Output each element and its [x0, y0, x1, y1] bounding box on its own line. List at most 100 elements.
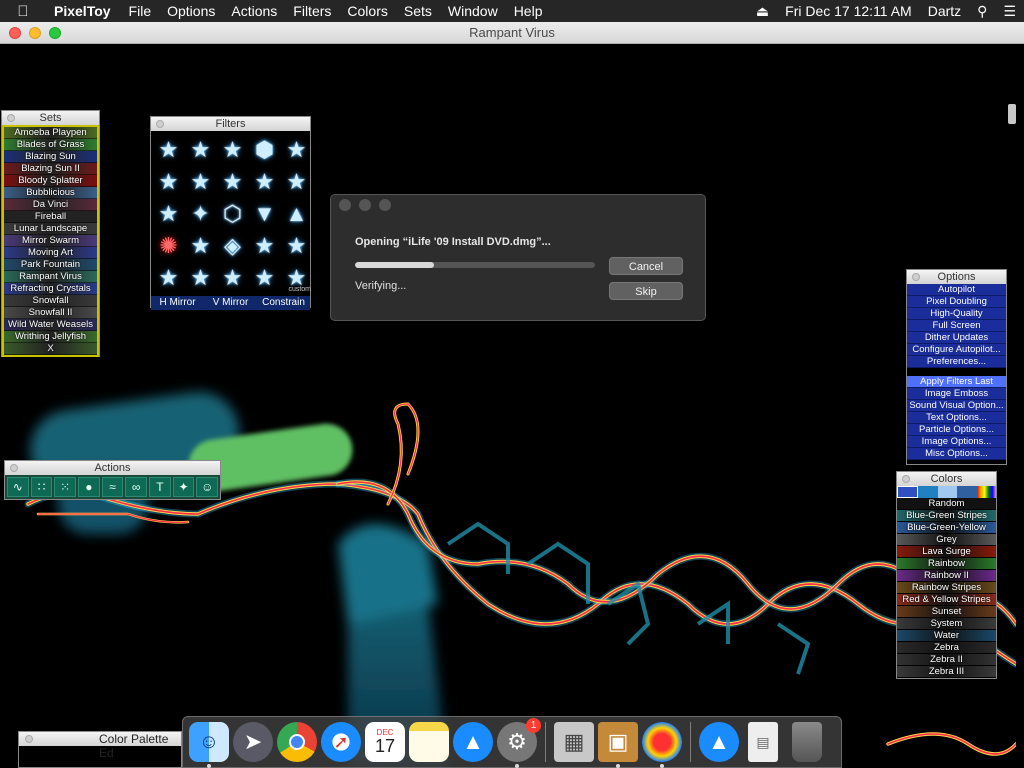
v-mirror-button[interactable]: V Mirror	[204, 296, 257, 310]
option-item[interactable]: Particle Options...	[907, 424, 1006, 436]
close-palette-icon[interactable]	[25, 735, 33, 743]
set-item[interactable]: Blazing Sun II	[4, 163, 97, 175]
skip-button[interactable]: Skip	[609, 282, 683, 300]
filter-star-icon[interactable]: ★	[249, 166, 280, 197]
color-swatch[interactable]	[918, 486, 938, 498]
portrait-icon[interactable]: ☺	[196, 477, 219, 497]
close-window-button[interactable]	[9, 27, 21, 39]
color-item[interactable]: Water	[897, 630, 996, 642]
app-menu[interactable]: PixelToy	[46, 3, 121, 19]
bubbles-icon[interactable]: ●	[78, 477, 100, 497]
filters-palette-title-bar[interactable]: Filters	[151, 117, 310, 131]
filter-star-icon[interactable]: ★	[153, 262, 184, 293]
app-store-alt-icon[interactable]: ▲	[699, 722, 739, 762]
filter-star-icon[interactable]: ★	[217, 134, 248, 165]
filter-star-icon[interactable]: ★	[185, 134, 216, 165]
color-swatch[interactable]	[897, 486, 919, 498]
finder-icon[interactable]: ☺	[189, 722, 229, 768]
options-palette-title-bar[interactable]: Options	[907, 270, 1006, 284]
filter-star-icon[interactable]: ◈	[217, 230, 248, 261]
color-item[interactable]: Blue-Green Stripes	[897, 510, 996, 522]
color-item[interactable]: System	[897, 618, 996, 630]
filter-star-icon[interactable]: ★ custom	[281, 262, 312, 294]
menu-actions[interactable]: Actions	[223, 3, 285, 19]
slideshow-icon[interactable]: ▣	[598, 722, 638, 768]
filter-star-icon[interactable]: ★	[185, 230, 216, 261]
filter-star-icon[interactable]: ▲	[281, 198, 312, 229]
option-item[interactable]: Text Options...	[907, 412, 1006, 424]
option-item[interactable]: Image Emboss	[907, 388, 1006, 400]
color-item[interactable]: Lava Surge	[897, 546, 996, 558]
option-item[interactable]: Apply Filters Last	[907, 376, 1006, 388]
filter-star-icon[interactable]: ★	[281, 230, 312, 261]
app-store-icon[interactable]: ▲	[453, 722, 493, 762]
system-preferences-icon[interactable]: ⚙ 1	[497, 718, 541, 768]
option-item[interactable]: Sound Visual Option...	[907, 400, 1006, 412]
set-item[interactable]: Bloody Splatter	[4, 175, 97, 187]
set-item[interactable]: X	[4, 343, 97, 355]
set-item[interactable]: Lunar Landscape	[4, 223, 97, 235]
dialog-minimize-button[interactable]	[359, 199, 371, 211]
menu-colors[interactable]: Colors	[339, 3, 395, 19]
spotlight-search-icon[interactable]: ⚲	[969, 3, 995, 20]
set-item[interactable]: Mirror Swarm	[4, 235, 97, 247]
filter-star-icon[interactable]: ★	[249, 230, 280, 261]
option-item[interactable]: Dither Updates	[907, 332, 1006, 344]
set-item[interactable]: Writhing Jellyfish	[4, 331, 97, 343]
filter-star-icon[interactable]: ★	[185, 166, 216, 197]
filter-star-icon[interactable]: ★	[217, 166, 248, 197]
wave-icon[interactable]: ∿	[7, 477, 29, 497]
filter-star-icon[interactable]: ▼	[249, 198, 280, 229]
swirl-icon[interactable]: ∞	[125, 477, 148, 497]
filter-star-icon[interactable]: ★	[281, 134, 312, 165]
minimize-window-button[interactable]	[29, 27, 41, 39]
set-item[interactable]: Rampant Virus	[4, 271, 97, 283]
filter-star-icon[interactable]: ★	[281, 166, 312, 197]
set-item[interactable]: Snowfall	[4, 295, 97, 307]
pixeltoy-icon[interactable]	[642, 722, 682, 768]
filter-star-icon[interactable]: ★	[153, 198, 184, 229]
set-item[interactable]: Da Vinci	[4, 199, 97, 211]
launchpad-icon[interactable]: ➤	[233, 722, 273, 762]
filter-star-icon[interactable]: ★	[249, 262, 280, 293]
sets-palette-title-bar[interactable]: Sets	[2, 111, 99, 125]
filter-star-icon[interactable]: ⬢	[249, 134, 280, 165]
sparkle-icon[interactable]: ✦	[172, 477, 195, 497]
set-item[interactable]: Wild Water Weasels	[4, 319, 97, 331]
h-mirror-button[interactable]: H Mirror	[151, 296, 204, 310]
color-item[interactable]: Zebra III	[897, 666, 996, 678]
color-item[interactable]: Rainbow II	[897, 570, 996, 582]
set-item[interactable]: Fireball	[4, 211, 97, 223]
scroll-handle[interactable]	[1008, 104, 1016, 124]
color-item[interactable]: Rainbow Stripes	[897, 582, 996, 594]
noise-icon[interactable]: ≈	[101, 477, 124, 497]
notes-icon[interactable]	[409, 722, 449, 762]
filter-star-icon[interactable]: ✦	[185, 198, 216, 229]
color-swatch[interactable]	[937, 486, 958, 498]
filter-star-icon[interactable]: ✺	[153, 230, 184, 261]
option-item[interactable]: Image Options...	[907, 436, 1006, 448]
dialog-close-button[interactable]	[339, 199, 351, 211]
close-palette-icon[interactable]	[902, 475, 910, 483]
option-item[interactable]: Full Screen	[907, 320, 1006, 332]
text-icon[interactable]: T	[149, 477, 171, 497]
filter-star-icon[interactable]: ★	[153, 134, 184, 165]
color-item[interactable]: Random	[897, 498, 996, 510]
color-item[interactable]: Sunset	[897, 606, 996, 618]
option-item[interactable]: Preferences...	[907, 356, 1006, 368]
color-item[interactable]: Grey	[897, 534, 996, 546]
constrain-button[interactable]: Constrain	[257, 296, 310, 310]
color-item[interactable]: Blue-Green-Yellow	[897, 522, 996, 534]
menu-file[interactable]: File	[121, 3, 160, 19]
menu-options[interactable]: Options	[159, 3, 223, 19]
color-item[interactable]: Zebra	[897, 642, 996, 654]
filter-star-icon[interactable]: ★	[185, 262, 216, 293]
user-name[interactable]: Dartz	[920, 3, 969, 19]
set-item[interactable]: Moving Art	[4, 247, 97, 259]
filter-star-icon[interactable]: ★	[153, 166, 184, 197]
option-item[interactable]: High-Quality	[907, 308, 1006, 320]
notification-center-icon[interactable]: ☰	[995, 3, 1024, 20]
cancel-button[interactable]: Cancel	[609, 257, 683, 275]
dialog-zoom-button[interactable]	[379, 199, 391, 211]
clock[interactable]: Fri Dec 17 12:11 AM	[777, 3, 920, 19]
